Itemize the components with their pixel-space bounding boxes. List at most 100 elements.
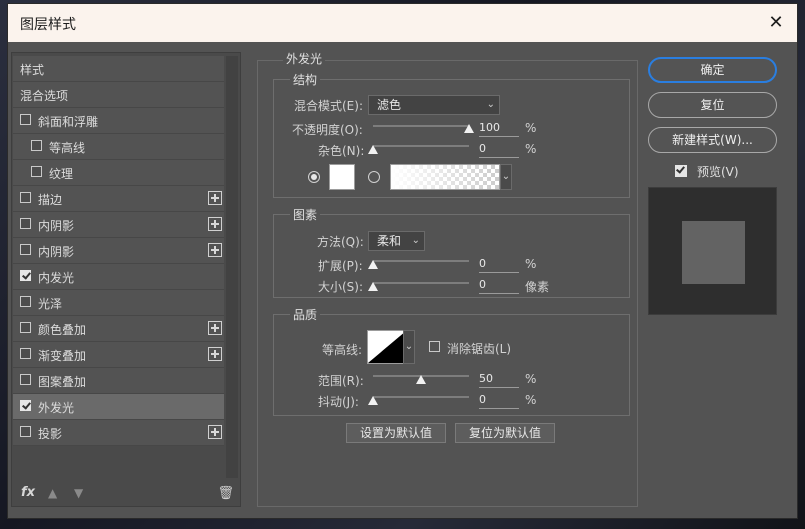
- close-icon[interactable]: ✕: [765, 12, 787, 34]
- quality-title: 品质: [290, 306, 321, 323]
- opacity-slider-track[interactable]: [373, 125, 469, 127]
- method-select[interactable]: 柔和 ⌄: [368, 231, 425, 251]
- opacity-input[interactable]: 100: [479, 121, 519, 137]
- spread-slider-thumb[interactable]: [368, 260, 378, 269]
- gradient-radio[interactable]: [368, 171, 380, 183]
- spread-slider-track[interactable]: [373, 260, 469, 262]
- style-item-label: 图案叠加: [38, 375, 87, 389]
- opacity-slider-thumb[interactable]: [464, 124, 474, 133]
- jitter-slider-track[interactable]: [373, 396, 469, 398]
- styles-list: 样式 混合选项 斜面和浮雕 等高线 纹理 描边 内阴影 内阴影 内发光 光泽 颜色叠加 渐变叠加图…: [13, 56, 224, 446]
- contour-curve-icon: [368, 331, 406, 363]
- add-effect-icon[interactable]: [208, 347, 222, 361]
- move-down-icon[interactable]: ▼: [74, 486, 83, 500]
- style-item[interactable]: 投影: [13, 420, 224, 446]
- fx-icon[interactable]: fx: [21, 485, 35, 500]
- jitter-label: 抖动(J):: [318, 395, 359, 409]
- style-item-checkbox[interactable]: [20, 322, 31, 333]
- style-item[interactable]: 外发光: [13, 394, 224, 420]
- style-item[interactable]: 内阴影: [13, 238, 224, 264]
- style-item[interactable]: 等高线: [13, 134, 224, 160]
- style-item[interactable]: 光泽: [13, 290, 224, 316]
- style-item-checkbox[interactable]: [20, 244, 31, 255]
- style-item[interactable]: 内发光: [13, 264, 224, 290]
- noise-slider-track[interactable]: [373, 145, 469, 147]
- style-item-label: 渐变叠加: [38, 349, 87, 363]
- style-item[interactable]: 纹理: [13, 160, 224, 186]
- style-item-label: 投影: [38, 427, 63, 441]
- add-effect-icon[interactable]: [208, 217, 222, 231]
- size-unit: 像素: [525, 280, 550, 294]
- add-effect-icon[interactable]: [208, 191, 222, 205]
- style-item[interactable]: 渐变叠加: [13, 342, 224, 368]
- preview-checkbox[interactable]: [675, 165, 687, 177]
- style-item[interactable]: 描边: [13, 186, 224, 212]
- styles-scrollbar[interactable]: [226, 56, 238, 478]
- style-item-checkbox[interactable]: [20, 400, 31, 411]
- contour-preview[interactable]: [367, 330, 407, 364]
- style-item-label: 内阴影: [38, 219, 75, 233]
- range-label: 范围(R):: [318, 374, 364, 388]
- style-item-checkbox[interactable]: [31, 166, 42, 177]
- style-item-checkbox[interactable]: [20, 218, 31, 229]
- blend-options-label: 混合选项: [20, 89, 69, 103]
- size-input[interactable]: 0: [479, 278, 519, 294]
- style-item-checkbox[interactable]: [20, 374, 31, 385]
- style-item[interactable]: 颜色叠加: [13, 316, 224, 342]
- style-item[interactable]: 图案叠加: [13, 368, 224, 394]
- style-item[interactable]: 斜面和浮雕: [13, 108, 224, 134]
- style-item-checkbox[interactable]: [20, 426, 31, 437]
- style-item-checkbox[interactable]: [20, 270, 31, 281]
- blend-mode-select[interactable]: 滤色 ⌄: [368, 95, 500, 115]
- style-item-label: 颜色叠加: [38, 323, 87, 337]
- new-style-button[interactable]: 新建样式(W)...: [648, 127, 777, 153]
- style-item-label: 内阴影: [38, 245, 75, 259]
- range-unit: %: [525, 372, 537, 386]
- style-item-checkbox[interactable]: [20, 114, 31, 125]
- spread-input[interactable]: 0: [479, 257, 519, 273]
- solid-color-radio[interactable]: [308, 171, 320, 183]
- noise-input[interactable]: 0: [479, 142, 519, 158]
- chevron-down-icon: ⌄: [486, 99, 495, 110]
- range-slider-thumb[interactable]: [416, 375, 426, 384]
- jitter-slider-thumb[interactable]: [368, 396, 378, 405]
- move-up-icon[interactable]: ▲: [48, 486, 57, 500]
- trash-icon[interactable]: 🗑: [217, 486, 234, 501]
- add-effect-icon[interactable]: [208, 321, 222, 335]
- add-effect-icon[interactable]: [208, 425, 222, 439]
- set-default-button[interactable]: 设置为默认值: [346, 423, 446, 443]
- preview-label: 预览(V): [697, 165, 739, 179]
- style-item-checkbox[interactable]: [31, 140, 42, 151]
- styles-header-label: 样式: [20, 63, 45, 77]
- reset-button[interactable]: 复位: [648, 92, 777, 118]
- ok-button[interactable]: 确定: [648, 57, 777, 83]
- styles-header[interactable]: 样式: [13, 56, 224, 82]
- style-item[interactable]: 内阴影: [13, 212, 224, 238]
- range-input[interactable]: 50: [479, 372, 519, 388]
- spread-label: 扩展(P):: [318, 259, 363, 273]
- style-item-checkbox[interactable]: [20, 348, 31, 359]
- style-item-checkbox[interactable]: [20, 192, 31, 203]
- size-label: 大小(S):: [318, 280, 364, 294]
- jitter-input[interactable]: 0: [479, 393, 519, 409]
- style-item-label: 光泽: [38, 297, 63, 311]
- style-item-label: 描边: [38, 193, 63, 207]
- add-effect-icon[interactable]: [208, 243, 222, 257]
- preview-square: [682, 221, 745, 284]
- method-value: 柔和: [377, 234, 402, 248]
- size-slider-thumb[interactable]: [368, 282, 378, 291]
- antialias-checkbox[interactable]: [429, 341, 440, 352]
- blend-options-item[interactable]: 混合选项: [13, 82, 224, 108]
- outer-glow-title: 外发光: [283, 50, 326, 67]
- reset-default-button[interactable]: 复位为默认值: [455, 423, 555, 443]
- noise-slider-thumb[interactable]: [368, 145, 378, 154]
- size-slider-track[interactable]: [373, 282, 469, 284]
- glow-gradient-swatch[interactable]: [390, 164, 500, 190]
- glow-color-swatch[interactable]: [329, 164, 355, 190]
- style-item-label: 等高线: [49, 141, 86, 155]
- structure-title: 结构: [290, 71, 321, 88]
- antialias-label: 消除锯齿(L): [447, 342, 512, 356]
- contour-dropdown[interactable]: ⌄: [403, 330, 415, 364]
- style-item-checkbox[interactable]: [20, 296, 31, 307]
- gradient-dropdown[interactable]: ⌄: [500, 164, 512, 190]
